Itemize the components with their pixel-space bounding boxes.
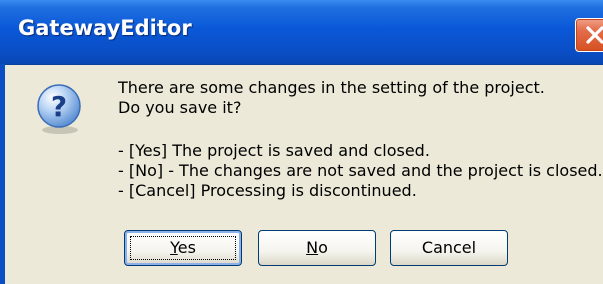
title-bar[interactable]: GatewayEditor xyxy=(0,0,603,65)
close-button[interactable] xyxy=(575,18,603,52)
no-mnemonic: N xyxy=(306,238,319,257)
message-line-2: Do you save it? xyxy=(118,98,242,117)
close-icon xyxy=(586,26,603,44)
window-frame xyxy=(0,64,5,284)
yes-button[interactable]: Yes xyxy=(124,230,242,266)
focus-rectangle xyxy=(130,236,236,260)
window-title: GatewayEditor xyxy=(18,16,192,40)
no-button[interactable]: No xyxy=(258,230,376,266)
cancel-button[interactable]: Cancel xyxy=(390,230,508,266)
message-line-1: There are some changes in the setting of… xyxy=(118,78,545,97)
message-dialog: GatewayEditor ? There are some changes i… xyxy=(0,0,603,284)
question-icon: ? xyxy=(37,84,81,134)
message-line-3: - [Yes] The project is saved and closed. xyxy=(118,141,430,160)
no-label-rest: o xyxy=(318,238,328,257)
svg-text:?: ? xyxy=(51,90,67,123)
message-line-5: - [Cancel] Processing is discontinued. xyxy=(118,181,417,200)
message-line-4: - [No] - The changes are not saved and t… xyxy=(118,161,603,180)
